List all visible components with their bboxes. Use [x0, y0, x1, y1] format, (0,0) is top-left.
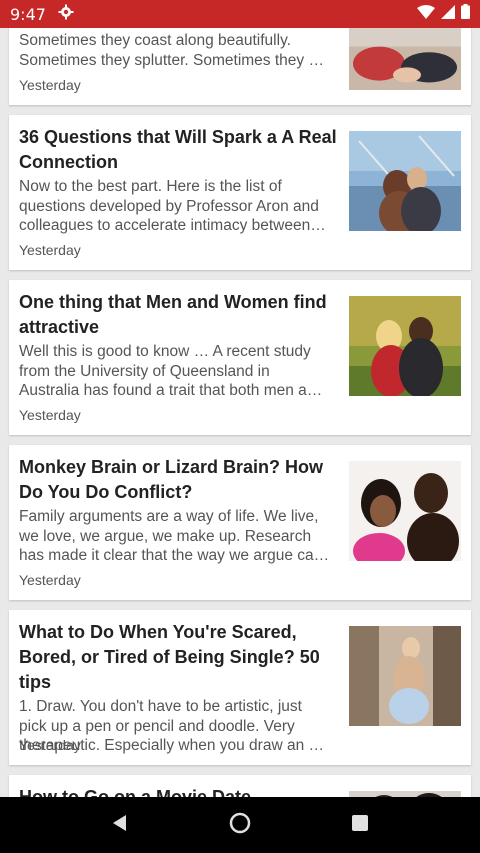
- navigation-bar: [0, 797, 480, 853]
- card-date: Yesterday: [19, 407, 81, 423]
- article-card[interactable]: 36 Questions that Will Spark a A Real Co…: [9, 115, 471, 270]
- card-date: Yesterday: [19, 572, 81, 588]
- settings-icon: [58, 4, 74, 25]
- snippet-line: Now to the best part. Here is the list o…: [19, 178, 282, 195]
- status-time: 9:47: [10, 4, 46, 24]
- snippet-line: Well this is good to know … A recent stu…: [19, 343, 311, 360]
- home-icon: [229, 812, 251, 839]
- card-text: 36 Questions that Will Spark a A Real Co…: [19, 125, 344, 236]
- card-text: What to Do When You're Scared, Bored, or…: [19, 620, 344, 756]
- back-icon: [110, 813, 130, 838]
- snippet-line: pick up a pen or pencil and doodle. Very: [19, 717, 295, 735]
- card-title: 36 Questions that Will Spark a A Real Co…: [19, 127, 337, 172]
- article-card[interactable]: Sometimes they coast along beautifully. …: [9, 28, 471, 105]
- card-snippet: Now to the best part. Here is the list o…: [19, 177, 344, 236]
- snippet-line: has made it clear that the way we argue …: [19, 547, 330, 564]
- snippet-line: 1. Draw. You don't have to be artistic, …: [19, 698, 302, 715]
- recents-button[interactable]: [340, 805, 380, 845]
- back-button[interactable]: [100, 805, 140, 845]
- article-card[interactable]: How to Go on a Movie Date: [9, 775, 471, 797]
- status-bar: 9:47: [0, 0, 480, 28]
- card-date: Yesterday: [19, 77, 81, 93]
- article-card[interactable]: One thing that Men and Women find attrac…: [9, 280, 471, 435]
- card-text: Monkey Brain or Lizard Brain? How Do You…: [19, 455, 344, 566]
- card-date: Yesterday: [19, 242, 81, 258]
- card-title: How to Go on a Movie Date: [19, 787, 252, 797]
- card-title: What to Do When You're Scared, Bored, or…: [19, 622, 320, 692]
- card-date: Yesterday: [19, 737, 81, 753]
- wifi-icon: [417, 4, 435, 24]
- snippet-line: from the University of Queensland in: [19, 362, 270, 380]
- snippet-line: Sometimes they coast along beautifully.: [19, 32, 291, 49]
- article-card[interactable]: What to Do When You're Scared, Bored, or…: [9, 610, 471, 765]
- battery-icon: [461, 4, 470, 24]
- article-thumbnail[interactable]: [349, 626, 461, 726]
- article-thumbnail[interactable]: [349, 461, 461, 561]
- snippet-line: Sometimes they splutter. Sometimes they …: [19, 51, 324, 69]
- card-text: Sometimes they coast along beautifully. …: [19, 29, 344, 70]
- article-thumbnail[interactable]: [349, 296, 461, 396]
- signal-icon: [441, 4, 455, 24]
- card-text: One thing that Men and Women find attrac…: [19, 290, 344, 401]
- card-snippet: Well this is good to know … A recent stu…: [19, 342, 344, 401]
- snippet-line: Australia has found a trait that both me…: [19, 382, 323, 399]
- card-snippet: Family arguments are a way of life. We l…: [19, 507, 344, 566]
- card-text: How to Go on a Movie Date: [19, 785, 344, 797]
- home-button[interactable]: [220, 805, 260, 845]
- article-thumbnail[interactable]: [349, 28, 461, 96]
- card-title: Monkey Brain or Lizard Brain? How Do You…: [19, 457, 324, 502]
- article-thumbnail[interactable]: [349, 131, 461, 231]
- snippet-line: we love, we argue, we make up. Research: [19, 527, 312, 545]
- snippet-line: questions developed by Professor Aron an…: [19, 197, 319, 215]
- card-title: One thing that Men and Women find attrac…: [19, 292, 327, 337]
- article-card[interactable]: Monkey Brain or Lizard Brain? How Do You…: [9, 445, 471, 600]
- snippet-line: Family arguments are a way of life. We l…: [19, 508, 319, 525]
- card-snippet: Sometimes they coast along beautifully. …: [19, 31, 344, 70]
- snippet-line: colleagues to accelerate intimacy betwee…: [19, 217, 326, 234]
- article-feed[interactable]: Sometimes they coast along beautifully. …: [0, 28, 480, 797]
- recents-icon: [351, 814, 369, 837]
